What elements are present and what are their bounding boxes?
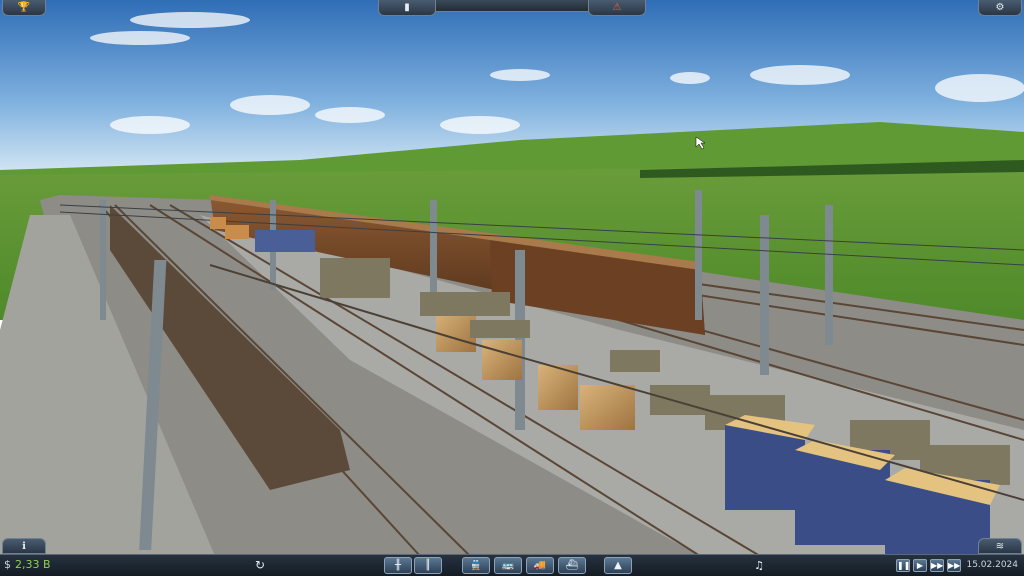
train-icon: 🚆 <box>469 560 483 571</box>
rail-icon: ╫ <box>394 560 402 571</box>
play-icon: ▶ <box>916 561 924 570</box>
ship-tool-button[interactable]: ⛴ <box>558 557 586 574</box>
fast-forward-button[interactable]: ▶▶ <box>930 559 944 572</box>
info-icon: ℹ <box>22 540 26 552</box>
play-button[interactable]: ▶ <box>913 559 927 572</box>
layers-icon: ≋ <box>995 540 1005 552</box>
bottom-toolbar: $2,33 B ↻ ╫ ║ 🚆 🚌 🚚 ⛴ ▲ ♫ ❚❚ ▶ ▶▶ ▶▶ 15.… <box>0 554 1024 576</box>
fast-forward-icon: ▶▶ <box>931 561 944 570</box>
rail-tool-button[interactable]: ╫ <box>384 557 412 574</box>
road-tool-button[interactable]: ║ <box>414 557 442 574</box>
game-viewport[interactable] <box>0 0 1024 576</box>
layers-button[interactable]: ≋ <box>978 538 1022 554</box>
terrain-icon: ▲ <box>614 560 622 571</box>
currency-symbol: $ <box>4 558 11 571</box>
road-icon: ║ <box>424 560 432 571</box>
ship-icon: ⛴ <box>565 560 579 571</box>
bulldoze-icon: ↻ <box>254 558 266 572</box>
bus-tool-button[interactable]: 🚌 <box>494 557 522 574</box>
game-speed-controls: ❚❚ ▶ ▶▶ ▶▶ <box>896 559 961 572</box>
gear-icon: ⚙ <box>995 2 1005 13</box>
money-value: 2,33 B <box>15 558 51 571</box>
money-display: $2,33 B <box>4 558 51 571</box>
fastest-icon: ▶▶ <box>948 561 961 570</box>
news-button[interactable]: ▮ <box>378 0 436 16</box>
pause-icon: ❚❚ <box>897 561 911 570</box>
alert-icon: ⚠ <box>612 2 622 13</box>
fastest-button[interactable]: ▶▶ <box>947 559 961 572</box>
truck-tool-button[interactable]: 🚚 <box>526 557 554 574</box>
trophy-icon: 🏆 <box>17 2 31 13</box>
info-button[interactable]: ℹ <box>2 538 46 554</box>
bulldoze-button[interactable]: ↻ <box>252 557 268 573</box>
settings-button[interactable]: ⚙ <box>978 0 1022 16</box>
terrain-tool-button[interactable]: ▲ <box>604 557 632 574</box>
alert-button[interactable]: ⚠ <box>588 0 646 16</box>
game-date: 15.02.2024 <box>966 560 1018 570</box>
train-tool-button[interactable]: 🚆 <box>462 557 490 574</box>
news-icon: ▮ <box>404 2 410 13</box>
bus-icon: 🚌 <box>501 560 515 571</box>
trophy-button[interactable]: 🏆 <box>2 0 46 16</box>
sound-icon: ♫ <box>754 559 764 572</box>
pause-button[interactable]: ❚❚ <box>896 559 910 572</box>
truck-icon: 🚚 <box>533 560 547 571</box>
sound-button[interactable]: ♫ <box>748 557 770 574</box>
